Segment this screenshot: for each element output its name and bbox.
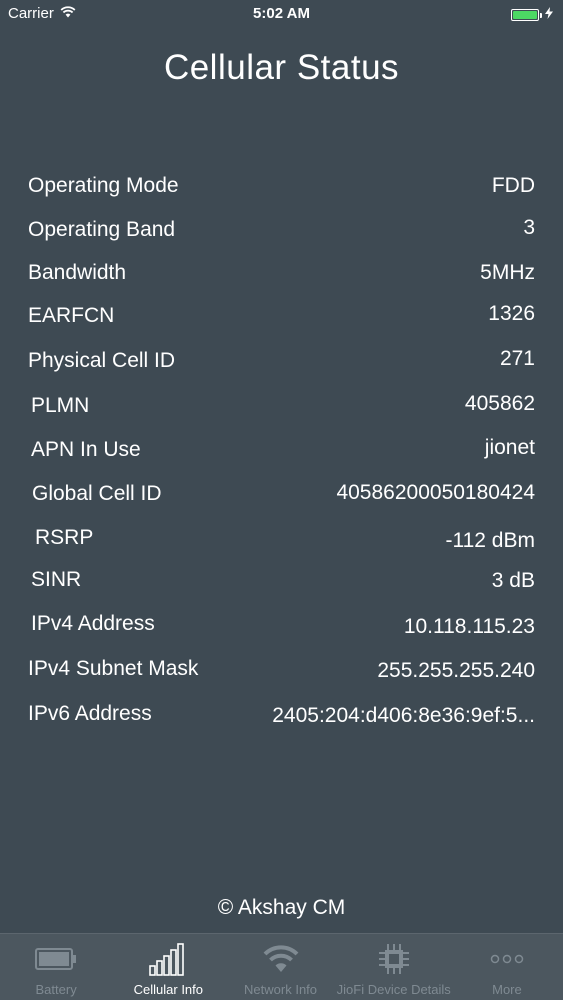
tab-cellular-info[interactable]: Cellular Info	[112, 934, 224, 1000]
page-title: Cellular Status	[163, 48, 400, 87]
row-value: 405862	[464, 392, 535, 415]
row-label: RSRP	[35, 526, 94, 549]
row-label: Global Cell ID	[32, 482, 162, 505]
status-bar: Carrier 5:02 AM	[0, 0, 563, 30]
row-value: -112 dBm	[445, 529, 536, 552]
row-label: IPv4 Subnet Mask	[28, 657, 199, 680]
row-label: Operating Mode	[28, 174, 179, 197]
copyright-footer: © Akshay CM	[217, 896, 346, 919]
row-operating-mode: Operating Mode FDD	[0, 174, 563, 204]
tab-more[interactable]: More	[451, 934, 563, 1000]
row-ipv4-address: IPv4 Address 10.118.115.23	[0, 612, 563, 642]
row-value: jionet	[484, 436, 535, 459]
row-value: 2405:204:d406:8e36:9ef:5...	[272, 704, 535, 727]
row-physical-cell-id: Physical Cell ID 271	[0, 347, 563, 379]
wifi-tab-icon	[262, 940, 300, 978]
battery-tab-icon	[35, 940, 77, 978]
row-label: Physical Cell ID	[28, 349, 176, 372]
status-right	[511, 6, 553, 23]
row-label: SINR	[31, 568, 82, 591]
tab-network-info[interactable]: Network Info	[224, 934, 336, 1000]
tab-jiofi-device-details[interactable]: JioFi Device Details	[337, 934, 451, 1000]
tab-label: JioFi Device Details	[336, 982, 451, 997]
row-ipv4-subnet-mask: IPv4 Subnet Mask 255.255.255.240	[0, 657, 563, 687]
chip-icon	[377, 940, 411, 978]
row-bandwidth: Bandwidth 5MHz	[0, 261, 563, 291]
row-value: 255.255.255.240	[377, 659, 535, 682]
signal-bars-icon	[149, 940, 187, 978]
row-rsrp: RSRP -112 dBm	[0, 526, 563, 556]
battery-icon	[511, 8, 542, 21]
row-ipv6-address: IPv6 Address 2405:204:d406:8e36:9ef:5...	[0, 702, 563, 732]
row-label: Operating Band	[28, 218, 176, 241]
row-operating-band: Operating Band 3	[0, 216, 563, 248]
tab-label: More	[492, 982, 522, 997]
row-earfcn: EARFCN 1326	[0, 302, 563, 334]
row-value: 271	[499, 347, 535, 370]
tab-battery[interactable]: Battery	[0, 934, 112, 1000]
row-plmn: PLMN 405862	[0, 392, 563, 424]
row-label: APN In Use	[31, 438, 141, 461]
tab-label: Battery	[35, 982, 77, 997]
row-global-cell-id: Global Cell ID 40586200050180424	[0, 481, 563, 512]
row-value: FDD	[491, 174, 535, 197]
status-time: 5:02 AM	[253, 5, 310, 22]
row-value: 3	[523, 216, 535, 239]
tab-label: Network Info	[244, 982, 318, 997]
row-label: IPv6 Address	[28, 702, 152, 725]
row-label: PLMN	[31, 394, 90, 417]
charging-icon	[545, 6, 553, 23]
more-dots-icon	[490, 940, 524, 978]
row-sinr: SINR 3 dB	[0, 568, 563, 598]
row-label: Bandwidth	[28, 261, 127, 284]
row-value: 10.118.115.23	[403, 615, 535, 638]
tab-bar: Battery Cellular Info Network Info JioFi…	[0, 933, 563, 1000]
row-value: 40586200050180424	[336, 481, 535, 504]
row-value: 1326	[488, 302, 535, 325]
row-apn-in-use: APN In Use jionet	[0, 436, 563, 468]
row-label: EARFCN	[28, 304, 115, 327]
row-label: IPv4 Address	[31, 612, 155, 635]
row-value: 3 dB	[491, 569, 535, 592]
tab-label: Cellular Info	[133, 982, 204, 997]
row-value: 5MHz	[480, 261, 535, 284]
